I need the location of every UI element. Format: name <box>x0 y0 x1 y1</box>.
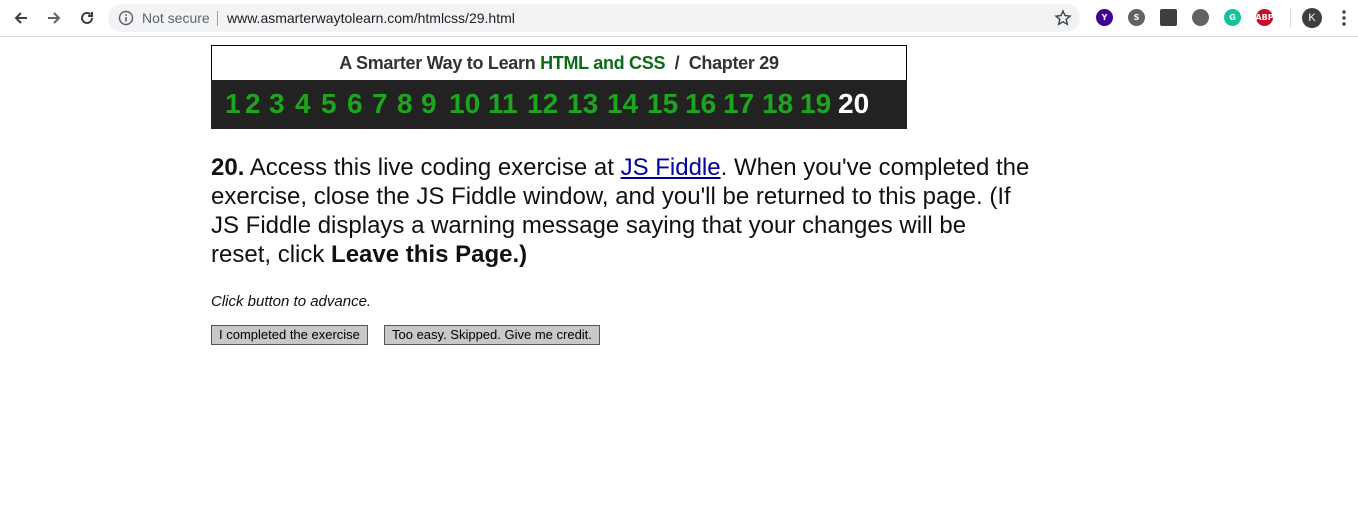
js-fiddle-link[interactable]: JS Fiddle <box>621 154 721 181</box>
toolbar-separator <box>1290 9 1291 27</box>
arrow-left-icon <box>14 12 27 24</box>
leave-page-text: Leave this Page.) <box>331 241 528 268</box>
arrow-right-icon <box>48 12 61 24</box>
adblock-extension-icon[interactable]: ABP <box>1255 9 1274 26</box>
course-header: A Smarter Way to Learn HTML and CSS / Ch… <box>211 45 907 80</box>
exercise-link-1[interactable]: 1 <box>225 88 241 120</box>
question-number: 20. <box>211 154 245 181</box>
exercise-link-14[interactable]: 14 <box>607 88 638 120</box>
exercise-link-17[interactable]: 17 <box>723 88 754 120</box>
exercise-link-19[interactable]: 19 <box>800 88 831 120</box>
url-text[interactable]: www.asmarterwaytolearn.com/htmlcss/29.ht… <box>227 10 515 26</box>
more-menu-icon[interactable] <box>1338 9 1350 27</box>
header-separator: / <box>674 53 680 73</box>
browser-toolbar: Not secure www.asmarterwaytolearn.com/ht… <box>0 0 1358 37</box>
exercise-question: 20. Access this live coding exercise at … <box>211 153 1031 269</box>
profile-avatar[interactable]: K <box>1302 8 1322 28</box>
exercise-link-8[interactable]: 8 <box>397 88 413 120</box>
exercise-link-13[interactable]: 13 <box>567 88 598 120</box>
question-text-before: Access this live coding exercise at <box>249 154 614 181</box>
grammarly-extension-icon[interactable]: G <box>1224 9 1241 26</box>
exercise-link-2[interactable]: 2 <box>245 88 261 120</box>
header-brand: HTML and CSS <box>540 53 666 73</box>
exercise-link-7[interactable]: 7 <box>372 88 388 120</box>
skype-extension-icon[interactable]: S <box>1128 9 1145 26</box>
instruction-text: Click button to advance. <box>211 293 372 310</box>
exercise-link-16[interactable]: 16 <box>685 88 716 120</box>
exercise-link-9[interactable]: 9 <box>421 88 437 120</box>
exercise-link-4[interactable]: 4 <box>295 88 311 120</box>
address-bar[interactable]: Not secure www.asmarterwaytolearn.com/ht… <box>108 4 1080 32</box>
header-chapter: Chapter 29 <box>688 53 779 73</box>
omnibox-divider <box>217 11 218 26</box>
header-prefix: A Smarter Way to Learn <box>339 53 536 73</box>
exercise-link-20: 20 <box>838 88 870 119</box>
circle-extension-icon[interactable] <box>1192 9 1209 26</box>
star-icon[interactable] <box>1054 9 1072 27</box>
chart-extension-icon[interactable] <box>1160 9 1177 26</box>
completed-exercise-button[interactable]: I completed the exercise <box>211 325 368 345</box>
exercise-link-18[interactable]: 18 <box>762 88 793 120</box>
info-icon[interactable] <box>118 10 134 26</box>
reload-icon <box>81 11 93 24</box>
exercise-link-12[interactable]: 12 <box>527 88 558 120</box>
back-button[interactable] <box>9 6 33 30</box>
exercise-link-15[interactable]: 15 <box>647 88 678 120</box>
exercise-number-nav: 1 2 3 4 5 6 7 8 9 10 11 12 13 14 15 16 17 18 19 20 <box>211 80 907 129</box>
yahoo-extension-icon[interactable]: Y <box>1096 9 1113 26</box>
exercise-link-3[interactable]: 3 <box>269 88 285 120</box>
forward-button[interactable] <box>42 6 66 30</box>
exercise-link-11[interactable]: 11 <box>488 88 518 120</box>
skip-exercise-button[interactable]: Too easy. Skipped. Give me credit. <box>384 325 600 345</box>
exercise-link-10[interactable]: 10 <box>449 88 480 120</box>
exercise-link-6[interactable]: 6 <box>347 88 363 120</box>
security-label: Not secure <box>142 10 210 26</box>
exercise-link-5[interactable]: 5 <box>321 88 337 120</box>
reload-button[interactable] <box>75 6 99 30</box>
